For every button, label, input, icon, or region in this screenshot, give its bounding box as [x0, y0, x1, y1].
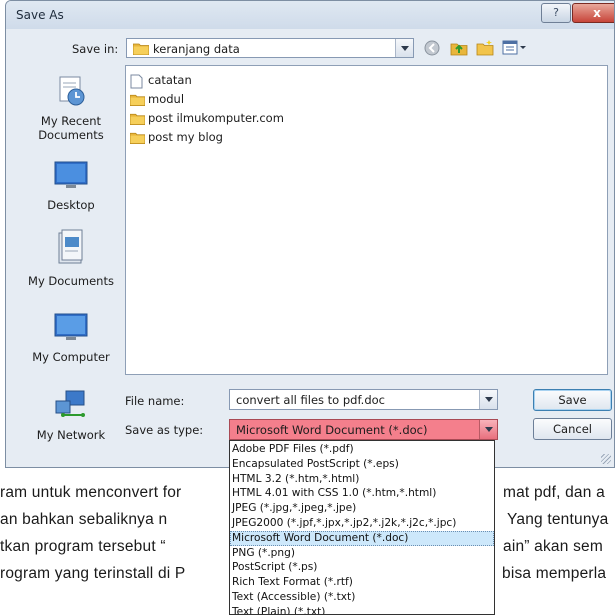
type-option[interactable]: JPEG (*.jpg,*.jpeg,*.jpe) — [230, 501, 494, 516]
background-text-line-3-right: ain” akan sem — [503, 538, 603, 555]
dialog-title: Save As — [16, 8, 64, 22]
place-my-documents[interactable]: My Documents — [26, 229, 116, 288]
folder-icon — [129, 112, 146, 128]
type-option[interactable]: JPEG2000 (*.jpf,*.jpx,*.jp2,*.j2k,*.j2c,… — [230, 516, 494, 531]
background-text-line-1-right: mat pdf, dan a — [503, 484, 605, 501]
savetype-dropdown-list[interactable]: Adobe PDF Files (*.pdf) Encapsulated Pos… — [229, 440, 495, 615]
my-documents-icon — [26, 229, 116, 270]
place-label-my-computer: My Computer — [32, 350, 110, 364]
type-option-selected[interactable]: Microsoft Word Document (*.doc) — [230, 530, 494, 546]
close-button[interactable]: x — [572, 3, 614, 23]
folder-icon — [129, 131, 146, 147]
type-option[interactable]: PostScript (*.ps) — [230, 560, 494, 575]
type-option[interactable]: Text (Plain) (*.txt) — [230, 605, 494, 614]
my-computer-icon — [26, 313, 116, 346]
type-option[interactable]: HTML 4.01 with CSS 1.0 (*.htm,*.html) — [230, 486, 494, 501]
new-folder-icon[interactable] — [476, 39, 494, 61]
cancel-button[interactable]: Cancel — [533, 418, 612, 440]
place-my-network[interactable]: My Network — [26, 389, 116, 442]
file-list[interactable]: catatan modul post ilmukomputer.com post… — [125, 65, 608, 375]
place-label-my-documents: My Documents — [28, 274, 114, 288]
place-label-my-network: My Network — [36, 428, 106, 442]
title-bar[interactable]: Save As ? x — [6, 1, 614, 29]
save-in-value: keranjang data — [153, 42, 240, 56]
place-my-computer[interactable]: My Computer — [26, 313, 116, 364]
file-name: catatan — [148, 73, 192, 87]
type-option[interactable]: Adobe PDF Files (*.pdf) — [230, 442, 494, 457]
type-option[interactable]: Text (Accessible) (*.txt) — [230, 590, 494, 605]
place-label-recent: My Recent Documents — [38, 114, 104, 142]
file-name: post ilmukomputer.com — [148, 111, 284, 125]
savetype-value: Microsoft Word Document (*.doc) — [236, 423, 428, 437]
save-in-combo[interactable]: keranjang data — [126, 38, 414, 58]
my-network-icon — [26, 389, 116, 424]
help-button[interactable]: ? — [541, 3, 571, 23]
chevron-down-icon[interactable] — [479, 390, 497, 409]
document-icon — [130, 74, 143, 92]
place-desktop[interactable]: Desktop — [26, 161, 116, 212]
place-label-desktop: Desktop — [47, 198, 95, 212]
back-icon[interactable] — [424, 40, 440, 60]
place-recent-documents[interactable]: My Recent Documents — [26, 75, 116, 142]
filename-value: convert all files to pdf.doc — [236, 393, 386, 407]
type-option[interactable]: HTML 3.2 (*.htm,*.html) — [230, 472, 494, 487]
type-option[interactable]: PNG (*.png) — [230, 546, 494, 561]
up-folder-icon[interactable] — [450, 39, 468, 61]
file-name: modul — [148, 92, 185, 106]
folder-icon — [129, 93, 146, 109]
chevron-down-icon[interactable] — [479, 420, 497, 439]
save-in-label: Save in: — [72, 42, 119, 56]
desktop-icon — [26, 161, 116, 194]
folder-icon — [132, 42, 150, 58]
recent-documents-icon — [26, 75, 116, 110]
background-text-line-2-right: Yang tentunya — [507, 511, 609, 528]
savetype-select[interactable]: Microsoft Word Document (*.doc) — [229, 419, 498, 440]
save-as-dialog: Save As ? x Save in: keranjang data My R… — [5, 0, 615, 468]
views-menu-icon[interactable] — [502, 40, 528, 60]
type-option[interactable]: Encapsulated PostScript (*.eps) — [230, 457, 494, 472]
save-button[interactable]: Save — [533, 389, 612, 411]
file-name: post my blog — [148, 130, 223, 144]
type-option[interactable]: Rich Text Format (*.rtf) — [230, 575, 494, 590]
resize-grip-icon[interactable] — [601, 454, 611, 464]
filename-label: File name: — [125, 394, 185, 408]
background-text-line-4-right: bisa memperla — [502, 565, 607, 582]
filename-input[interactable]: convert all files to pdf.doc — [229, 389, 498, 410]
savetype-label: Save as type: — [125, 423, 204, 437]
places-bar: My Recent Documents Desktop My Documents… — [26, 61, 116, 451]
chevron-down-icon[interactable] — [395, 39, 413, 57]
